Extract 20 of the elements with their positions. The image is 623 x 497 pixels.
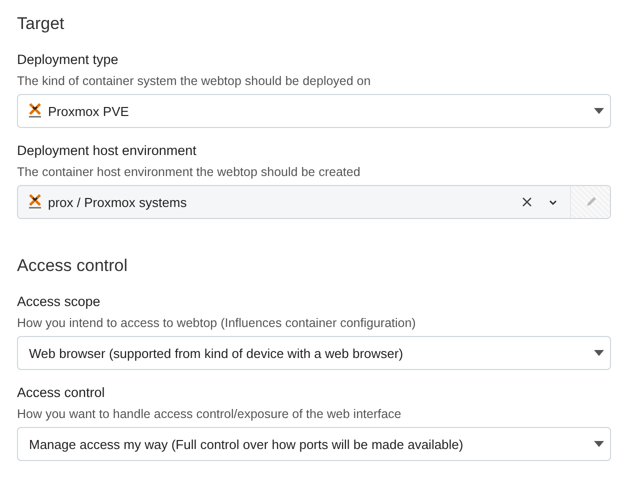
field-label: Deployment host environment — [17, 143, 198, 158]
combobox[interactable]: prox / Proxmox systems — [17, 185, 611, 219]
field-label: Access scope — [17, 294, 102, 309]
field-label: Access control — [17, 385, 106, 400]
caret-icon[interactable] — [594, 108, 604, 114]
select-field[interactable]: Proxmox PVE — [17, 94, 611, 128]
pencil-icon — [584, 196, 596, 208]
logo-icon — [28, 194, 42, 210]
section-title: Access control — [16, 255, 129, 277]
select-field[interactable]: Manage access my way (Full control over how ports will be made available) — [17, 427, 611, 461]
field-hint: The container host environment the webtop should be created — [17, 165, 362, 179]
field-hint: How you want to handle access control/exposure of the web interface — [17, 407, 402, 421]
caret-icon[interactable] — [594, 441, 604, 447]
caret-icon[interactable] — [594, 350, 604, 356]
field-hint: The kind of container system the webtop should be deployed on — [17, 74, 372, 88]
field-label: Deployment type — [17, 52, 120, 67]
section-title: Target — [16, 13, 66, 35]
field-hint: How you intend to access to webtop (Influences container configuration) — [17, 316, 417, 330]
logo-icon — [28, 103, 42, 119]
select-field[interactable]: Web browser (supported from kind of device with a web browser) — [17, 336, 611, 370]
